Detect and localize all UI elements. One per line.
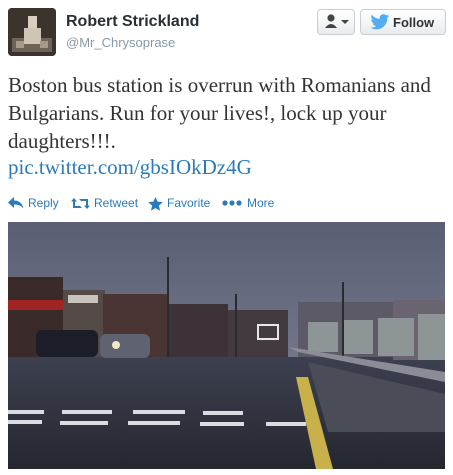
person-icon <box>325 14 349 28</box>
tweet-photo[interactable] <box>8 222 445 469</box>
retweet-label: Retweet <box>94 196 139 210</box>
reply-icon <box>8 197 24 209</box>
user-handle[interactable]: @Mr_Chrysoprase <box>66 35 175 50</box>
favorite-label: Favorite <box>167 196 211 210</box>
more-dots-icon <box>222 200 242 206</box>
caret-down-icon <box>341 20 349 24</box>
star-icon <box>148 197 163 211</box>
retweet-icon <box>71 198 90 209</box>
follow-button[interactable]: Follow <box>360 9 446 35</box>
follow-label: Follow <box>393 15 435 30</box>
reply-label: Reply <box>28 196 59 210</box>
tweet-text: Boston bus station is overrun with Roman… <box>8 73 431 153</box>
more-label: More <box>247 196 275 210</box>
user-actions-button[interactable] <box>317 9 355 35</box>
avatar[interactable] <box>8 8 56 56</box>
user-name[interactable]: Robert Strickland <box>66 13 199 31</box>
tweet-media-link[interactable]: pic.twitter.com/gbsIOkDz4G <box>8 155 252 180</box>
twitter-bird-icon <box>370 14 390 30</box>
